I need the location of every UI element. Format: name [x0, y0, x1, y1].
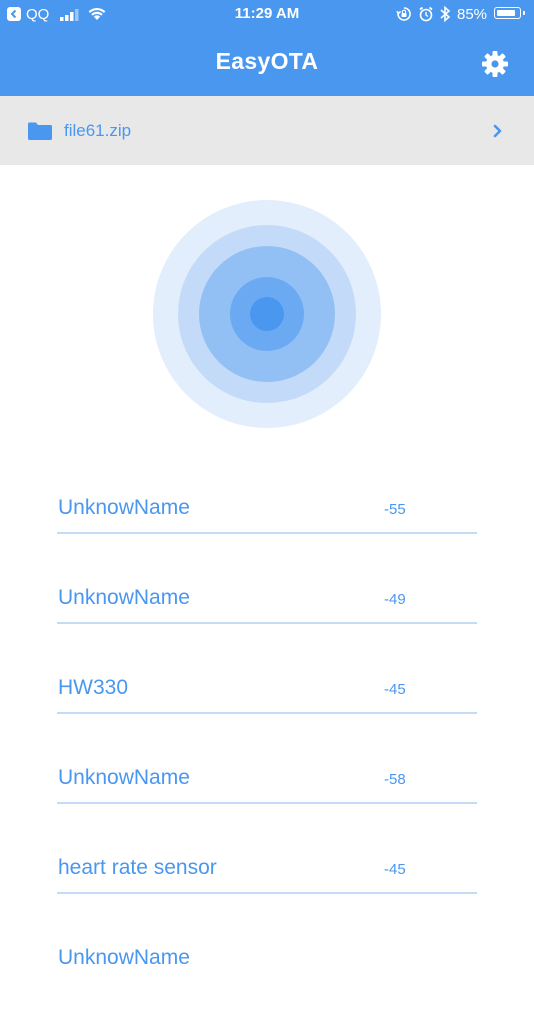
device-name: UnknowName	[58, 766, 190, 789]
gear-icon	[482, 51, 508, 77]
row-divider	[57, 712, 477, 714]
device-rssi: -45	[384, 861, 406, 878]
device-name: UnknowName	[58, 586, 190, 609]
device-list: UnknowName -55 UnknowName -49 HW330 -45 …	[57, 475, 477, 1015]
device-name: UnknowName	[58, 496, 190, 519]
row-divider	[57, 532, 477, 534]
radar-ring-center	[250, 297, 284, 331]
device-list-item[interactable]: UnknowName	[57, 925, 477, 1015]
file-name[interactable]: file61.zip	[64, 121, 131, 141]
device-name: HW330	[58, 676, 129, 699]
chevron-right-icon[interactable]	[492, 124, 504, 143]
device-list-item[interactable]: HW330 -45	[57, 655, 477, 745]
device-list-item[interactable]: UnknowName -55	[57, 475, 477, 565]
battery-percent: 85%	[457, 6, 488, 23]
clock-time: 11:29 AM	[234, 5, 300, 22]
page-title: EasyOTA	[215, 48, 319, 74]
row-divider	[57, 622, 477, 624]
device-rssi: -58	[384, 771, 406, 788]
device-list-item[interactable]: UnknowName -58	[57, 745, 477, 835]
rotation-lock-icon	[396, 6, 412, 26]
device-rssi: -55	[384, 501, 406, 518]
battery-icon	[494, 7, 525, 19]
alarm-icon	[418, 6, 434, 26]
battery-nub	[522, 10, 525, 15]
scanning-radar	[153, 200, 381, 428]
battery-fill	[496, 9, 516, 16]
folder-icon	[28, 122, 52, 145]
row-divider	[57, 892, 477, 894]
device-list-item[interactable]: heart rate sensor -45	[57, 835, 477, 925]
device-rssi: -49	[384, 591, 406, 608]
device-name: heart rate sensor	[58, 856, 217, 879]
row-divider	[57, 802, 477, 804]
device-list-item[interactable]: UnknowName -49	[57, 565, 477, 655]
settings-button[interactable]	[481, 50, 509, 78]
status-bar: QQ 11:29 AM 85%	[0, 0, 534, 30]
device-rssi: -45	[384, 681, 406, 698]
bluetooth-icon	[439, 5, 451, 27]
app-header: QQ 11:29 AM 85% EasyOTA	[0, 0, 534, 96]
